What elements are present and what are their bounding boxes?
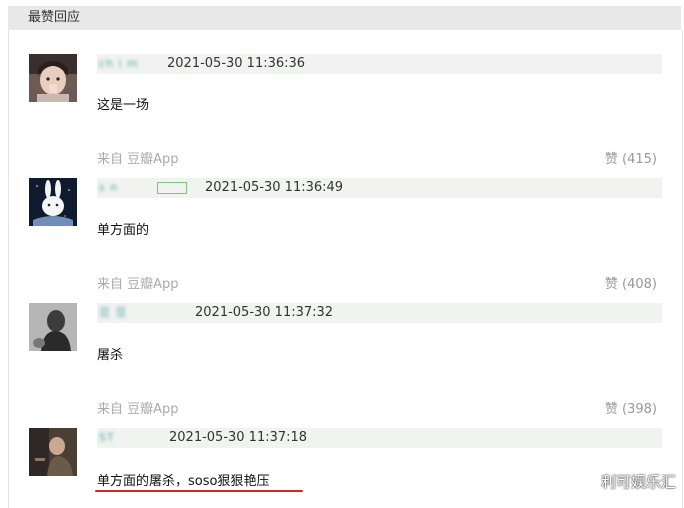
comments-panel: ch i m 2021-05-30 11:36:36 这是一场 来自 豆瓣App… [8,30,683,508]
watermark: 利可娱乐汇 [600,473,676,491]
highlight-underline [95,490,303,492]
comment-timestamp: 2021-05-30 11:36:49 [205,180,344,195]
author-name[interactable]: 豆 豆 [99,307,128,319]
author-name[interactable]: s n [99,182,118,194]
comment-timestamp: 2021-05-30 11:37:18 [169,430,308,445]
comment-meta: 来自 豆瓣App 赞 (398) [97,401,657,418]
comment-text: 单方面的 [97,223,150,238]
comment-source: 来自 豆瓣App [97,277,179,292]
author-bar: 豆 豆 2021-05-30 11:37:32 [97,303,662,323]
like-button[interactable]: 赞 (398) [605,401,657,418]
like-button[interactable]: 赞 (415) [605,151,657,168]
avatar[interactable] [29,303,77,351]
section-header: 最赞回应 [8,6,681,30]
like-button[interactable]: 赞 (408) [605,276,657,293]
comment-text: 屠杀 [97,348,124,363]
comment-meta: 来自 豆瓣App 赞 (415) [97,151,657,168]
comment-text: 单方面的屠杀，soso狠狠艳压 [97,474,270,489]
comment-timestamp: 2021-05-30 11:36:36 [167,56,306,71]
comment-timestamp: 2021-05-30 11:37:32 [195,305,334,320]
author-bar: ST 2021-05-30 11:37:18 [97,428,662,448]
comment-text: 这是一场 [97,98,150,113]
comment-meta: 来自 豆瓣App 赞 (408) [97,276,657,293]
section-title: 最赞回应 [28,10,81,25]
author-bar: ch i m 2021-05-30 11:36:36 [97,54,662,74]
avatar[interactable] [29,54,77,102]
member-badge-icon [157,182,187,194]
comment-source: 来自 豆瓣App [97,152,179,167]
author-name[interactable]: ch i m [99,58,139,70]
author-bar: s n 2021-05-30 11:36:49 [97,178,662,198]
avatar[interactable] [29,428,77,476]
avatar[interactable] [29,178,77,226]
author-name[interactable]: ST [99,432,115,444]
comment-source: 来自 豆瓣App [97,402,179,417]
